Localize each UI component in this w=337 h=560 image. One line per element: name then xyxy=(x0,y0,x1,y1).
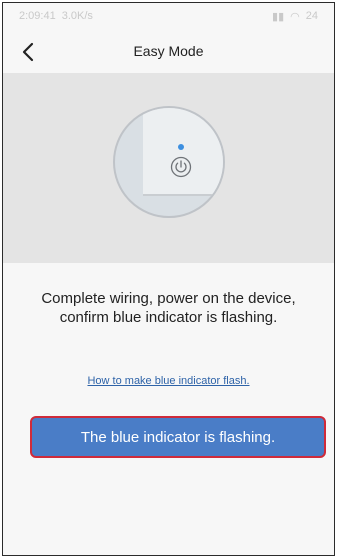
status-bar: 2:09:41 3.0K/s ▮▮ ◠ 24 xyxy=(3,3,334,29)
instruction-text: Complete wiring, power on the device, co… xyxy=(3,289,334,327)
status-right: ▮▮ ◠ 24 xyxy=(272,10,318,23)
device-zoom-circle xyxy=(112,106,225,218)
nav-bar: Easy Mode xyxy=(3,29,334,73)
power-icon xyxy=(170,156,191,178)
page-title: Easy Mode xyxy=(133,43,204,59)
device-body xyxy=(142,108,223,196)
status-time: 2:09:41 xyxy=(19,10,56,22)
app-screen: 2:09:41 3.0K/s ▮▮ ◠ 24 Easy Mode Complet… xyxy=(2,2,335,556)
instruction-line-2: confirm blue indicator is flashing. xyxy=(59,309,278,326)
status-speed: 3.0K/s xyxy=(61,10,93,22)
instruction-line-1: Complete wiring, power on the device, xyxy=(41,290,296,307)
chevron-left-icon xyxy=(22,42,34,62)
wifi-icon: ◠ xyxy=(290,10,300,23)
battery-level: 24 xyxy=(305,10,318,22)
blue-indicator-light xyxy=(177,144,184,150)
confirm-flashing-button[interactable]: The blue indicator is flashing. xyxy=(30,416,326,458)
status-left: 2:09:41 3.0K/s xyxy=(19,10,93,22)
help-link[interactable]: How to make blue indicator flash. xyxy=(3,375,334,387)
device-illustration xyxy=(3,73,334,263)
signal-icon: ▮▮ xyxy=(272,10,285,23)
back-button[interactable] xyxy=(13,37,43,67)
